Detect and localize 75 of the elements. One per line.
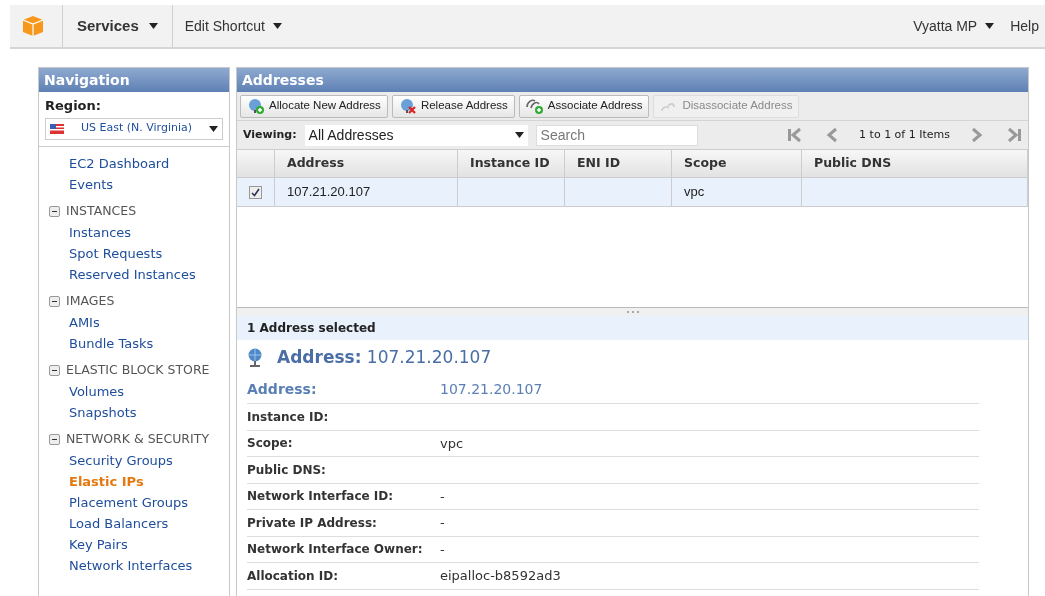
globe-plus-icon — [247, 98, 264, 114]
account-menu[interactable]: Vyatta MP — [903, 15, 1005, 37]
globe-icon — [247, 348, 263, 368]
nav-link[interactable]: Events — [49, 173, 229, 195]
detail-label: Address: — [247, 380, 318, 399]
panel-title: Navigation — [39, 68, 229, 92]
caret-icon — [272, 23, 282, 29]
column-header[interactable]: Scope — [684, 154, 727, 173]
viewing-label: Viewing: — [243, 126, 297, 143]
selection-summary: 1 Address selected — [237, 316, 1028, 340]
table-cell-text: 107.21.20.107 — [287, 183, 371, 202]
region-label: Region: — [44, 97, 102, 115]
detail-label: Network Interface Owner: — [247, 541, 424, 559]
caret-icon — [148, 23, 158, 29]
nav-link[interactable]: Placement Groups — [49, 491, 229, 513]
detail-value: 107.21.20.107 — [440, 380, 543, 399]
detail-label: Network Interface ID: — [247, 488, 395, 506]
cube-logo-icon[interactable] — [22, 15, 44, 37]
nav-link[interactable]: Network Interfaces — [49, 554, 229, 576]
detail-value: eipalloc-b8592ad3 — [440, 567, 561, 585]
nav-link[interactable]: Snapshots — [49, 401, 229, 423]
detail-value: - — [440, 514, 446, 532]
caret-icon — [985, 23, 995, 29]
panel-title: Addresses — [237, 68, 1028, 92]
caret-icon — [514, 132, 524, 138]
help-link[interactable]: Help — [1004, 15, 1045, 37]
nav-link[interactable]: AMIs — [49, 311, 229, 333]
section-heading: INSTANCES — [66, 202, 137, 221]
collapse-toggle[interactable] — [49, 434, 60, 445]
region-dropdown[interactable]: US East (N. Virginia) — [45, 117, 223, 140]
table-row[interactable]: 107.21.20.107 vpc — [237, 178, 1028, 207]
table-cell-text: vpc — [684, 183, 705, 202]
nav-link[interactable]: Spot Requests — [49, 242, 229, 264]
detail-label: Instance ID: — [247, 408, 330, 426]
services-menu[interactable]: Services — [63, 5, 172, 47]
column-header[interactable]: Public DNS — [814, 154, 892, 173]
section-heading: NETWORK & SECURITY — [66, 430, 209, 449]
detail-heading: Address: 107.21.20.107 — [277, 346, 492, 370]
collapse-toggle[interactable] — [49, 206, 60, 217]
section-heading: ELASTIC BLOCK STORE — [66, 361, 210, 380]
detail-label: Scope: — [247, 435, 294, 453]
nav-link[interactable]: Key Pairs — [49, 533, 229, 555]
collapse-toggle[interactable] — [49, 296, 60, 307]
detail-value: vpc — [440, 434, 464, 453]
globe-x-icon — [398, 98, 416, 114]
first-page-icon[interactable] — [787, 127, 804, 143]
detail-value: - — [440, 487, 446, 506]
toolbar-button[interactable]: Allocate New Address — [240, 94, 388, 118]
search-field[interactable]: Search — [535, 124, 698, 146]
link-plus-icon — [525, 98, 543, 114]
column-header[interactable]: Instance ID — [470, 154, 550, 173]
section-heading: IMAGES — [66, 292, 115, 311]
nav-link[interactable]: Load Balancers — [49, 512, 229, 534]
column-header[interactable]: ENI ID — [577, 154, 621, 173]
nav-link[interactable]: Bundle Tasks — [49, 332, 229, 354]
detail-value: - — [440, 540, 446, 559]
nav-link[interactable]: Volumes — [49, 380, 229, 402]
detail-label: Allocation ID: — [247, 567, 339, 585]
nav-link[interactable]: Reserved Instances — [49, 263, 229, 285]
collapse-toggle[interactable] — [49, 365, 60, 376]
nav-link[interactable]: Instances — [49, 221, 229, 243]
checkbox[interactable] — [249, 185, 262, 199]
column-header[interactable]: Address — [287, 154, 345, 173]
detail-label: Public DNS: — [247, 461, 327, 479]
nav-link[interactable]: EC2 Dashboard — [49, 152, 229, 174]
detail-label: Private IP Address: — [247, 514, 378, 532]
toolbar-button[interactable]: Release Address — [391, 94, 515, 118]
nav-link[interactable]: Security Groups — [49, 449, 229, 471]
edit-shortcut-menu[interactable]: Edit Shortcut — [172, 5, 294, 47]
viewing-dropdown[interactable]: All Addresses — [304, 124, 528, 146]
flag-icon — [50, 123, 64, 134]
caret-icon — [209, 125, 218, 132]
pager-text: 1 to 1 of 1 Items — [859, 126, 950, 143]
toolbar-button[interactable]: Associate Address — [518, 94, 650, 118]
last-page-icon[interactable] — [1006, 127, 1022, 143]
